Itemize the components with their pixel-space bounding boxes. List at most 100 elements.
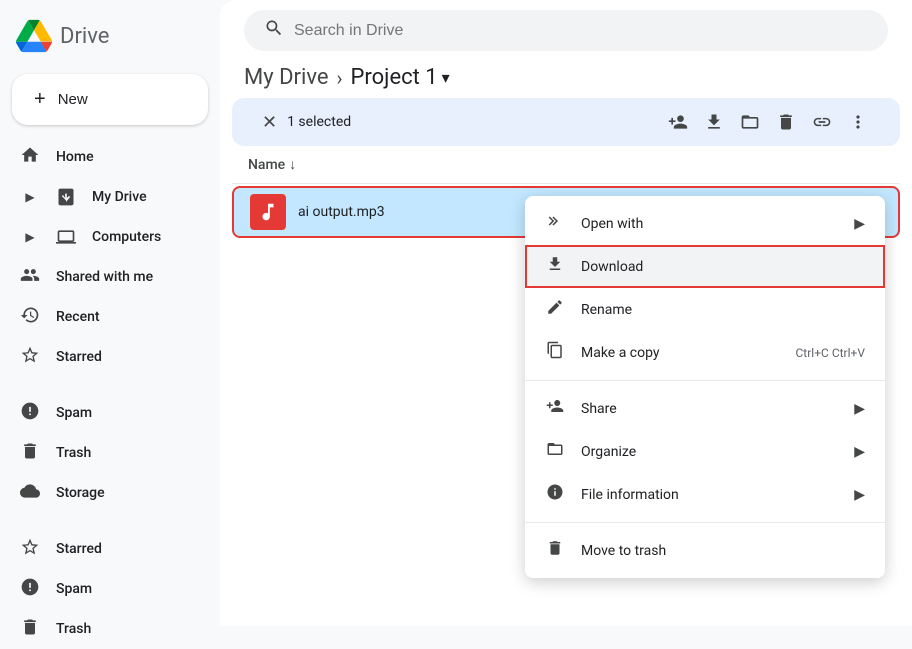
sidebar-item-starred[interactable]: Starred [0, 337, 204, 377]
context-menu-download[interactable]: Download [525, 245, 885, 288]
sharedwithme-icon [20, 265, 40, 290]
sidebar-item-mydrive-label: My Drive [92, 189, 147, 205]
context-menu-divider-1 [525, 380, 885, 381]
toolbar-actions [660, 104, 876, 140]
context-menu-share[interactable]: Share ▶ [525, 387, 885, 430]
share-icon [545, 397, 565, 420]
mydrive-icon [56, 187, 76, 207]
sidebar-item-storage[interactable]: Storage [0, 473, 204, 513]
share-arrow-icon: ▶ [854, 401, 865, 417]
sidebar-item-spam2-label: Spam [56, 581, 92, 597]
sidebar-item-mydrive[interactable]: ▶ My Drive [0, 177, 204, 217]
toolbar-delete-button[interactable] [768, 104, 804, 140]
toolbar-link-button[interactable] [804, 104, 840, 140]
starred-icon [20, 345, 40, 370]
new-button-label: New [58, 91, 88, 108]
sidebar-item-spam-label: Spam [56, 405, 92, 421]
move-to-trash-icon [545, 539, 565, 562]
sidebar-item-recent-label: Recent [56, 309, 100, 325]
context-menu-organize[interactable]: Organize ▶ [525, 430, 885, 473]
sidebar-item-recent[interactable]: Recent [0, 297, 204, 337]
sidebar-item-trash-label: Trash [56, 445, 91, 461]
column-header-name: Name ↓ [232, 146, 900, 184]
breadcrumb-separator: › [337, 66, 343, 90]
breadcrumb-current-label: Project 1 [351, 65, 438, 90]
context-menu-share-label: Share [581, 401, 838, 417]
search-input[interactable] [294, 22, 868, 40]
context-menu-rename-label: Rename [581, 302, 865, 318]
open-with-arrow-icon: ▶ [854, 216, 865, 232]
sidebar-item-storage-label: Storage [56, 485, 105, 501]
mydrive-expand-icon: ▶ [20, 190, 40, 204]
toolbar-move-button[interactable] [732, 104, 768, 140]
drive-logo-icon [16, 18, 52, 54]
open-with-icon [545, 212, 565, 235]
breadcrumb-dropdown-arrow: ▾ [442, 68, 450, 87]
toolbar-more-button[interactable] [840, 104, 876, 140]
sidebar-item-spam2[interactable]: Spam [0, 569, 204, 609]
trash-icon [20, 441, 40, 466]
toolbar-share-button[interactable] [660, 104, 696, 140]
sidebar-item-sharedwithme[interactable]: Shared with me [0, 257, 204, 297]
new-button[interactable]: + New [12, 74, 208, 125]
context-menu-move-to-trash[interactable]: Move to trash [525, 529, 885, 572]
selected-count-label: 1 selected [287, 114, 351, 130]
organize-icon [545, 440, 565, 463]
make-copy-icon [545, 341, 565, 364]
computers-expand-icon: ▶ [20, 230, 40, 244]
spam-icon [20, 401, 40, 426]
breadcrumb-current-folder[interactable]: Project 1 ▾ [351, 65, 450, 90]
context-menu-organize-label: Organize [581, 444, 838, 460]
file-name-label: ai output.mp3 [298, 204, 385, 220]
app-title: Drive [60, 24, 109, 49]
file-info-arrow-icon: ▶ [854, 487, 865, 503]
toolbar-download-button[interactable] [696, 104, 732, 140]
sidebar-item-computers-label: Computers [92, 229, 161, 245]
sidebar-item-trash2-label: Trash [56, 621, 91, 637]
selection-toolbar: ✕ 1 selected [232, 98, 900, 146]
sidebar: Drive + New Home ▶ My Drive ▶ Computers [0, 0, 220, 626]
sidebar-item-spam[interactable]: Spam [0, 393, 204, 433]
sidebar-item-home-label: Home [56, 149, 94, 165]
deselect-button[interactable]: ✕ [256, 106, 283, 139]
sidebar-item-sharedwithme-label: Shared with me [56, 269, 153, 285]
trash2-icon [20, 617, 40, 642]
context-menu-file-info[interactable]: File information ▶ [525, 473, 885, 516]
sidebar-item-starred2-label: Starred [56, 541, 102, 557]
sidebar-nav: Home ▶ My Drive ▶ Computers Shared with … [0, 137, 220, 649]
breadcrumb-parent[interactable]: My Drive [244, 65, 329, 90]
context-menu-divider-2 [525, 522, 885, 523]
context-menu: Open with ▶ Download Rename [525, 196, 885, 578]
recent-icon [20, 305, 40, 330]
spam2-icon [20, 577, 40, 602]
sidebar-item-trash[interactable]: Trash [0, 433, 204, 473]
context-menu-make-copy-label: Make a copy [581, 345, 780, 361]
context-menu-move-to-trash-label: Move to trash [581, 543, 865, 559]
search-icon [264, 18, 284, 43]
search-bar[interactable] [244, 10, 888, 51]
context-menu-download-label: Download [581, 259, 865, 275]
starred2-icon [20, 537, 40, 562]
context-menu-rename[interactable]: Rename [525, 288, 885, 331]
sidebar-item-starred2[interactable]: Starred [0, 529, 204, 569]
context-menu-make-copy[interactable]: Make a copy Ctrl+C Ctrl+V [525, 331, 885, 374]
sidebar-item-starred-label: Starred [56, 349, 102, 365]
organize-arrow-icon: ▶ [854, 444, 865, 460]
mp3-file-icon [250, 194, 286, 230]
main-content: My Drive › Project 1 ▾ ✕ 1 selected [220, 0, 912, 626]
context-menu-open-with[interactable]: Open with ▶ [525, 202, 885, 245]
sidebar-item-computers[interactable]: ▶ Computers [0, 217, 204, 257]
make-copy-shortcut: Ctrl+C Ctrl+V [796, 346, 866, 360]
breadcrumb: My Drive › Project 1 ▾ [220, 51, 912, 98]
plus-icon: + [34, 88, 46, 111]
file-info-icon [545, 483, 565, 506]
column-name-label: Name [248, 157, 285, 173]
home-icon [20, 145, 40, 170]
sidebar-item-home[interactable]: Home [0, 137, 204, 177]
file-list-area: Name ↓ ai output.mp3 Open with ▶ [220, 146, 912, 626]
download-icon [545, 255, 565, 278]
storage-icon [20, 481, 40, 506]
sidebar-item-trash2[interactable]: Trash [0, 609, 204, 649]
header [220, 0, 912, 51]
context-menu-open-with-label: Open with [581, 216, 838, 232]
